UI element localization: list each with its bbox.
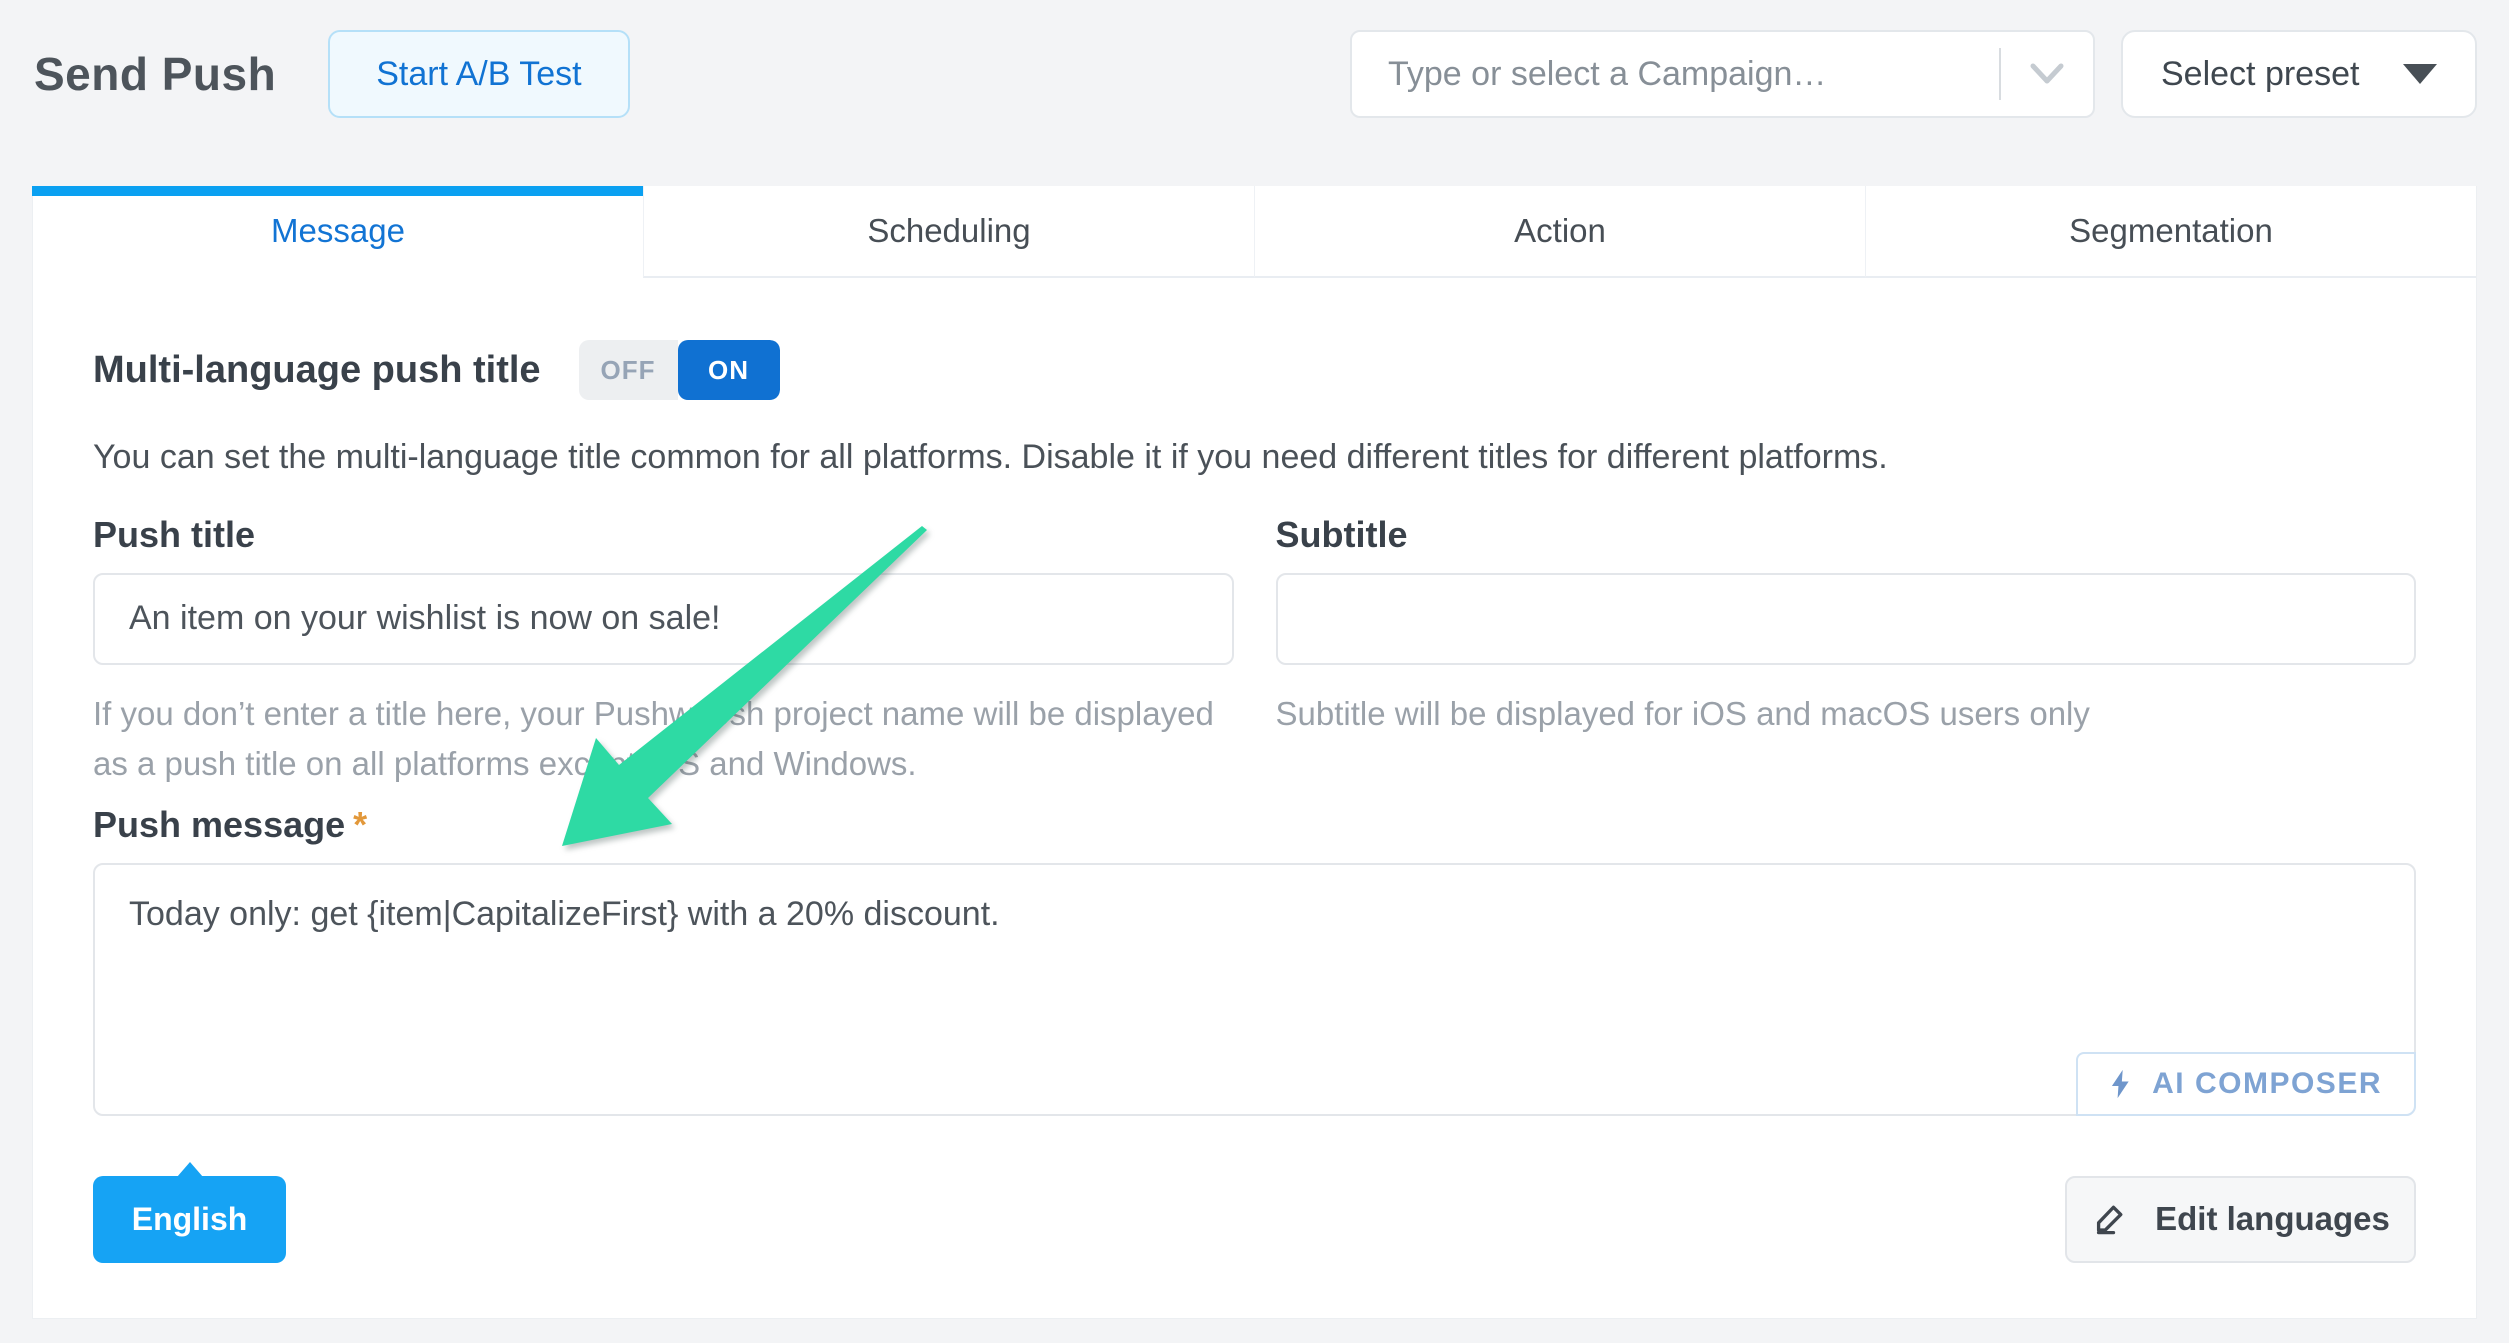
tab-segmentation-label: Segmentation [2069,212,2273,250]
select-preset-label: Select preset [2161,55,2359,94]
push-message-label: Push message* [93,805,2416,845]
push-title-label: Push title [93,515,1234,555]
push-message-textarea[interactable]: Today only: get {item|CapitalizeFirst} w… [93,863,2416,1116]
subtitle-help-text: Subtitle will be displayed for iOS and m… [1276,689,2417,739]
tab-action-label: Action [1514,212,1606,250]
multi-language-description: You can set the multi-language title com… [93,436,2416,479]
ai-composer-button[interactable]: AI COMPOSER [2076,1052,2416,1116]
push-title-help-text: If you don’t enter a title here, your Pu… [93,689,1234,789]
push-message-textarea-wrap: Today only: get {item|CapitalizeFirst} w… [93,863,2416,1116]
tab-scheduling-label: Scheduling [867,212,1030,250]
push-message-field: Push message* Today only: get {item|Capi… [93,805,2416,1116]
campaign-combobox[interactable] [1350,30,2095,118]
tab-scheduling[interactable]: Scheduling [643,186,1254,278]
multi-language-toggle-row: Multi-language push title OFF ON [93,340,2416,400]
toggle-on-segment[interactable]: ON [678,340,780,400]
title-subtitle-grid: Push title If you don’t enter a title he… [93,515,2416,789]
caret-down-icon [2403,64,2437,84]
push-title-input[interactable] [93,573,1234,665]
message-tab-content: Multi-language push title OFF ON You can… [33,340,2476,1263]
ai-composer-label: AI COMPOSER [2152,1067,2382,1101]
subtitle-label: Subtitle [1276,515,2417,555]
edit-languages-label: Edit languages [2155,1200,2390,1238]
tab-message-label: Message [271,212,405,250]
select-preset-dropdown[interactable]: Select preset [2121,30,2477,118]
multi-language-toggle[interactable]: OFF ON [579,340,780,400]
tab-action[interactable]: Action [1254,186,1865,278]
edit-languages-button[interactable]: Edit languages [2065,1176,2416,1263]
required-asterisk: * [353,804,367,845]
chevron-down-icon[interactable] [2001,60,2093,88]
language-tab-english[interactable]: English [93,1176,286,1263]
multi-language-title-label: Multi-language push title [93,349,541,392]
push-message-label-text: Push message [93,804,345,845]
lightning-bolt-icon [2104,1067,2138,1101]
tab-bar: Message Scheduling Action Segmentation [33,186,2476,278]
subtitle-field: Subtitle Subtitle will be displayed for … [1276,515,2417,789]
send-push-card: Message Scheduling Action Segmentation M… [32,186,2477,1319]
tab-segmentation[interactable]: Segmentation [1865,186,2476,278]
language-footer-row: English Edit languages [93,1176,2416,1263]
page-title: Send Push [34,47,276,101]
toggle-off-segment[interactable]: OFF [579,340,678,400]
header: Send Push Start A/B Test Select preset [32,30,2477,118]
campaign-input[interactable] [1352,55,1999,94]
subtitle-input[interactable] [1276,573,2417,665]
pencil-icon [2091,1200,2129,1238]
tab-message[interactable]: Message [33,186,643,278]
push-title-field: Push title If you don’t enter a title he… [93,515,1234,789]
start-ab-test-button[interactable]: Start A/B Test [328,30,629,118]
